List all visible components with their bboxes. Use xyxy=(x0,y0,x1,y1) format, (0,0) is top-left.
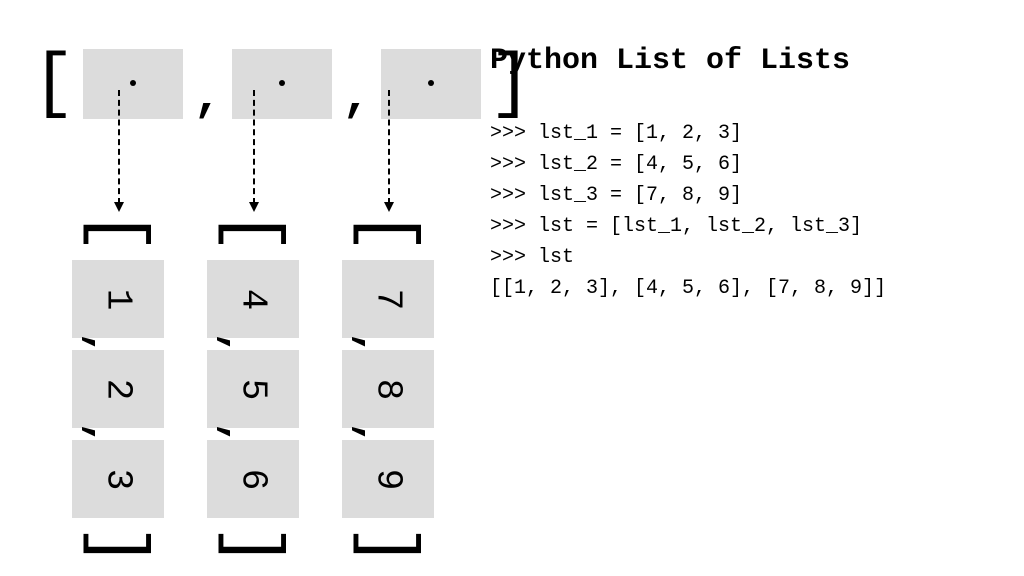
sublist-1: [ 4 , 5 , 6 ] xyxy=(207,208,299,570)
arrow-0 xyxy=(118,90,120,204)
comma: , xyxy=(94,332,102,356)
code-line: >>> lst = [lst_1, lst_2, lst_3] xyxy=(490,215,862,238)
cell-value: 8 xyxy=(367,378,408,400)
cell: 8 xyxy=(342,350,434,428)
outer-box-1 xyxy=(232,49,332,119)
comma: , xyxy=(229,422,237,446)
arrow-2 xyxy=(388,90,390,204)
code-line: >>> lst xyxy=(490,246,574,269)
sublist-2: [ 7 , 8 , 9 ] xyxy=(342,208,434,570)
cell: 5 xyxy=(207,350,299,428)
code-line: >>> lst_3 = [7, 8, 9] xyxy=(490,184,742,207)
code-block: >>> lst_1 = [1, 2, 3] >>> lst_2 = [4, 5,… xyxy=(490,118,886,304)
arrow-1 xyxy=(253,90,255,204)
outer-list: [ , , ] xyxy=(30,48,534,120)
comma: , xyxy=(229,332,237,356)
outer-box-0 xyxy=(83,49,183,119)
cell-value: 9 xyxy=(367,468,408,490)
open-bracket: [ xyxy=(30,48,77,120)
cell: 1 xyxy=(72,260,164,338)
open-bracket: [ xyxy=(100,210,136,253)
code-line: >>> lst_1 = [1, 2, 3] xyxy=(490,122,742,145)
code-line: [[1, 2, 3], [4, 5, 6], [7, 8, 9]] xyxy=(490,277,886,300)
open-bracket: [ xyxy=(235,210,271,253)
comma: , xyxy=(364,422,372,446)
cell: 9 xyxy=(342,440,434,518)
comma: , xyxy=(364,332,372,356)
close-bracket: ] xyxy=(100,524,136,567)
cell: 6 xyxy=(207,440,299,518)
reference-dot-icon xyxy=(130,80,136,86)
cell-value: 5 xyxy=(232,378,273,400)
outer-box-2 xyxy=(381,49,481,119)
close-bracket: ] xyxy=(370,524,406,567)
cell: 4 xyxy=(207,260,299,338)
cell-value: 6 xyxy=(232,468,273,490)
cell: 2 xyxy=(72,350,164,428)
comma-0: , xyxy=(189,74,226,122)
open-bracket: [ xyxy=(370,210,406,253)
cell-value: 4 xyxy=(232,288,273,310)
cell-value: 1 xyxy=(97,288,138,310)
cell-value: 7 xyxy=(367,288,408,310)
reference-dot-icon xyxy=(279,80,285,86)
close-bracket: ] xyxy=(235,524,271,567)
sublist-0: [ 1 , 2 , 3 ] xyxy=(72,208,164,570)
cell-value: 2 xyxy=(97,378,138,400)
code-line: >>> lst_2 = [4, 5, 6] xyxy=(490,153,742,176)
cell-value: 3 xyxy=(97,468,138,490)
cell: 3 xyxy=(72,440,164,518)
page-title: Python List of Lists xyxy=(490,44,850,78)
reference-dot-icon xyxy=(428,80,434,86)
comma-1: , xyxy=(338,74,375,122)
cell: 7 xyxy=(342,260,434,338)
comma: , xyxy=(94,422,102,446)
